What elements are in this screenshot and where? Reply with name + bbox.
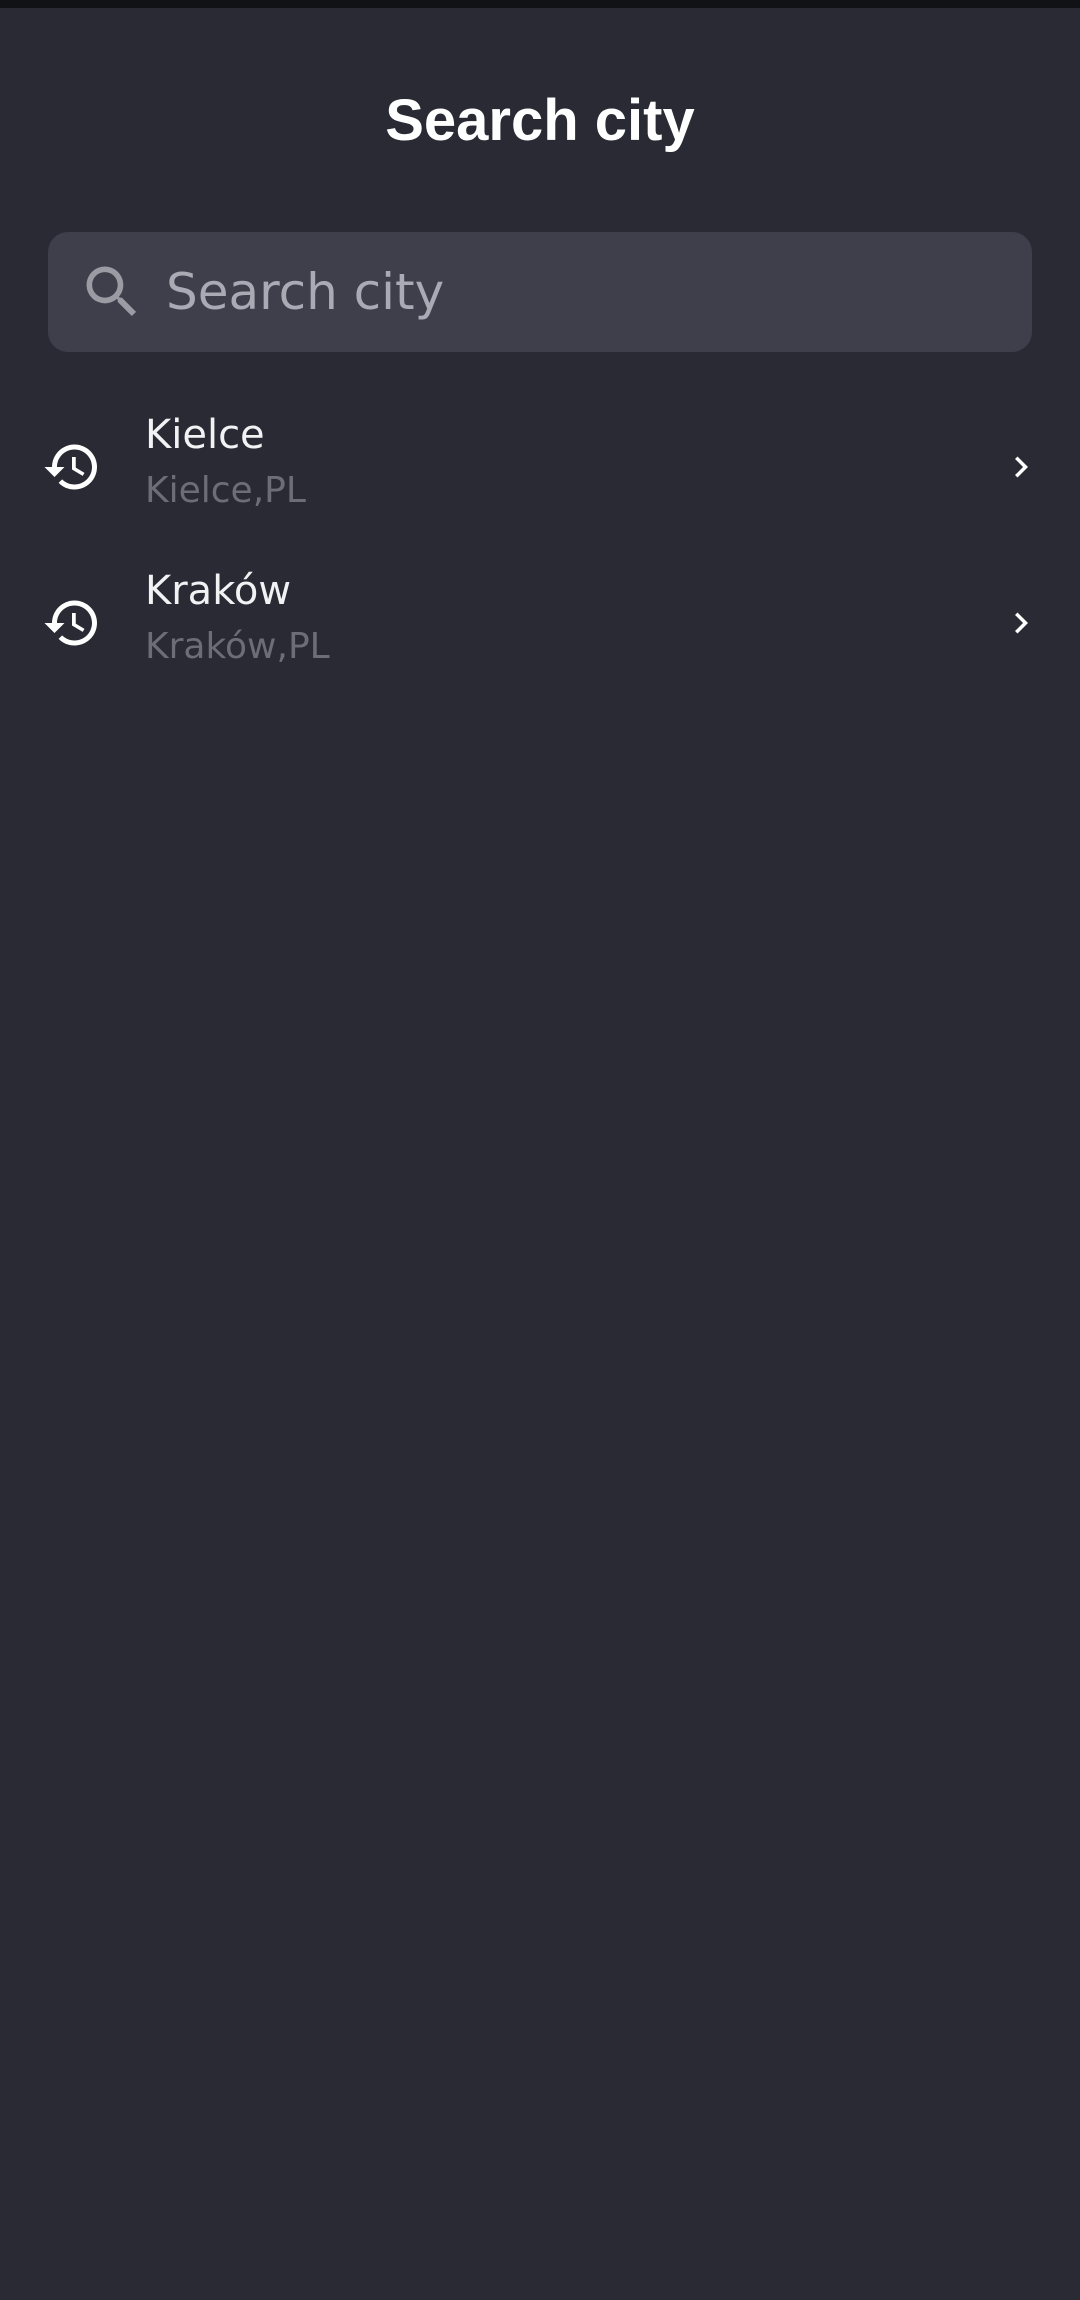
city-name: Kielce: [145, 412, 265, 458]
chevron-right-icon[interactable]: [1000, 446, 1042, 488]
status-bar: [0, 0, 1080, 8]
search-icon: [86, 266, 137, 317]
page-title: Search city: [385, 88, 695, 153]
list-item-kielce[interactable]: Kielce Kielce,PL: [0, 400, 1080, 550]
history-icon: [44, 600, 97, 646]
history-icon: [44, 444, 97, 490]
city-subtitle: Kielce,PL: [145, 470, 306, 511]
list-item-krakow[interactable]: Kraków Kraków,PL: [0, 556, 1080, 706]
chevron-right-icon[interactable]: [1000, 602, 1042, 644]
search-field[interactable]: [48, 232, 1032, 352]
city-name: Kraków: [145, 568, 292, 614]
search-input[interactable]: [166, 252, 1006, 332]
city-subtitle: Kraków,PL: [145, 626, 330, 667]
